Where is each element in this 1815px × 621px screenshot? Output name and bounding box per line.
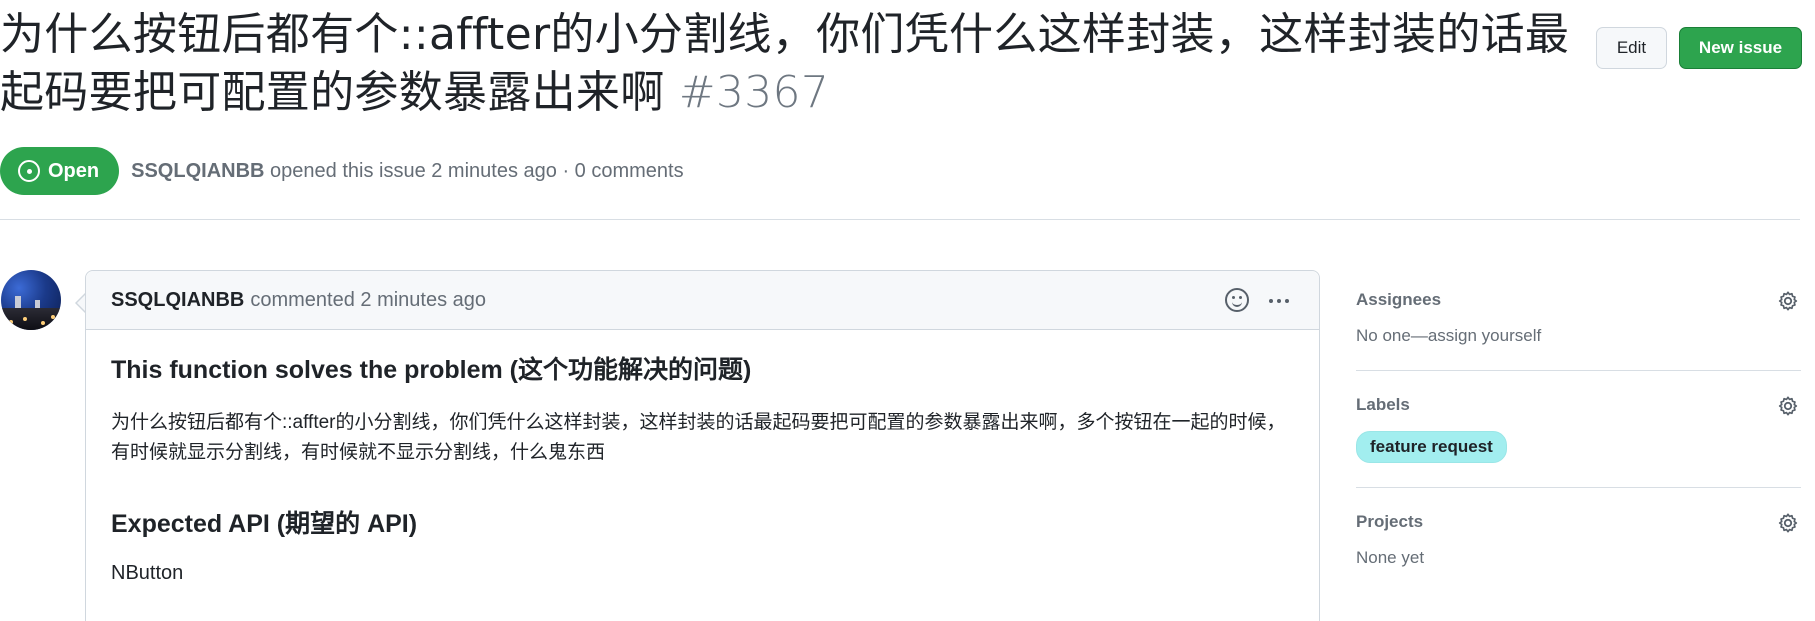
- avatar[interactable]: [1, 270, 61, 330]
- avatar-light: [41, 321, 45, 325]
- gear-icon[interactable]: [1777, 290, 1799, 312]
- projects-value: None yet: [1356, 548, 1425, 567]
- kebab-icon[interactable]: [1269, 299, 1289, 303]
- issue-title-area: 为什么按钮后都有个::affter的小分割线，你们凭什么这样封装，这样封装的话最…: [0, 6, 1580, 122]
- sidebar-assignees: Assignees No one—assign yourself: [1356, 290, 1801, 371]
- projects-heading[interactable]: Projects: [1356, 512, 1801, 532]
- issue-author-link[interactable]: SSQLQIANBB: [131, 160, 264, 182]
- avatar-light: [51, 315, 55, 319]
- smiley-icon[interactable]: [1225, 288, 1249, 312]
- header-divider: [0, 219, 1800, 220]
- issue-meta-text: SSQLQIANBB opened this issue 2 minutes a…: [131, 160, 683, 183]
- label-feature-request[interactable]: feature request: [1356, 431, 1507, 463]
- comment-box: SSQLQIANBB commented 2 minutes ago This …: [85, 270, 1320, 621]
- assignees-value[interactable]: No one—assign yourself: [1356, 326, 1801, 346]
- comment-api-text: NButton: [111, 562, 184, 584]
- comment-time[interactable]: commented 2 minutes ago: [250, 289, 486, 312]
- assignees-heading[interactable]: Assignees: [1356, 290, 1801, 310]
- issue-opened-text: opened this issue 2 minutes ago · 0 comm…: [270, 159, 684, 182]
- sidebar-labels: Labels feature request: [1356, 395, 1801, 488]
- avatar-city: [1, 308, 61, 330]
- state-badge: Open: [0, 147, 120, 195]
- issue-number: #3367: [678, 67, 830, 118]
- labels-heading[interactable]: Labels: [1356, 395, 1801, 415]
- sidebar-projects: Projects None yet: [1356, 512, 1801, 592]
- new-issue-button[interactable]: New issue: [1679, 27, 1802, 69]
- gear-icon[interactable]: [1777, 395, 1799, 417]
- issue-title: 为什么按钮后都有个::affter的小分割线，你们凭什么这样封装，这样封装的话最…: [0, 6, 1580, 122]
- avatar-light: [23, 317, 27, 321]
- comment-paragraph: 为什么按钮后都有个::affter的小分割线，你们凭什么这样封装，这样封装的话最…: [111, 412, 1286, 463]
- comment-author-link[interactable]: SSQLQIANBB: [111, 289, 244, 312]
- edit-button[interactable]: Edit: [1596, 27, 1667, 69]
- comment-heading-problem: This function solves the problem (这个功能解决…: [111, 356, 752, 384]
- state-label: Open: [48, 159, 100, 182]
- comment-header: SSQLQIANBB commented 2 minutes ago: [86, 271, 1319, 330]
- issue-meta: Open SSQLQIANBB opened this issue 2 minu…: [0, 146, 684, 196]
- gear-icon[interactable]: [1777, 512, 1799, 534]
- issue-opened-icon: [18, 160, 40, 182]
- comment-heading-api: Expected API (期望的 API): [111, 510, 418, 538]
- avatar-light: [9, 320, 13, 324]
- comment-body: This function solves the problem (这个功能解决…: [86, 330, 1319, 609]
- sidebar: Assignees No one—assign yourself Labels …: [1356, 290, 1801, 616]
